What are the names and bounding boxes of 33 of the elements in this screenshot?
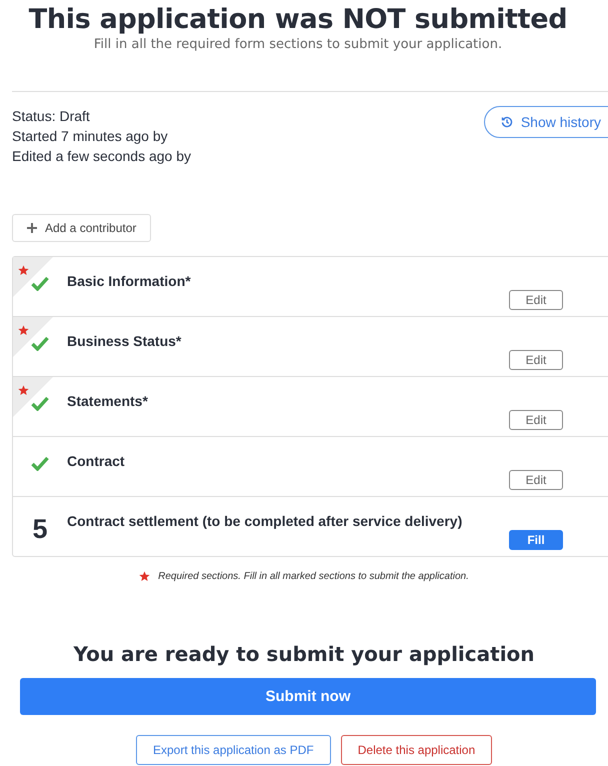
section-title: Contract settlement (to be completed after service delivery) xyxy=(67,513,462,529)
status-line: Edited a few seconds ago by xyxy=(12,148,192,164)
section-title: Contract xyxy=(67,453,125,469)
status-line: Started 7 minutes ago by xyxy=(12,128,169,144)
history-icon xyxy=(500,116,513,128)
delete-button[interactable]: Delete this application xyxy=(340,735,492,765)
required-note: Required sections. Fill in all marked sections to submit the application. xyxy=(158,571,469,582)
check-icon xyxy=(31,276,49,291)
section-number: 5 xyxy=(32,514,48,546)
edit-button[interactable]: Edit xyxy=(509,350,563,370)
star-icon xyxy=(139,571,150,582)
required-star-icon xyxy=(18,385,29,396)
edit-button[interactable]: Edit xyxy=(509,290,563,310)
submit-heading: You are ready to submit your application xyxy=(72,642,536,666)
edit-button[interactable]: Edit xyxy=(509,470,563,490)
check-icon xyxy=(31,456,49,471)
section-title: Business Status* xyxy=(67,333,182,349)
page-subtitle: Fill in all the required form sections to submit your application. xyxy=(92,37,504,52)
export-pdf-button[interactable]: Export this application as PDF xyxy=(136,735,331,765)
submit-button[interactable]: Submit now xyxy=(20,678,596,715)
check-icon xyxy=(31,336,49,351)
show-history-button[interactable]: Show history xyxy=(484,106,608,138)
fill-button[interactable]: Fill xyxy=(509,530,563,550)
page-title: This application was NOT submitted xyxy=(28,4,568,35)
section-title: Basic Information* xyxy=(67,273,191,289)
edit-button[interactable]: Edit xyxy=(509,410,563,430)
section-title: Statements* xyxy=(67,393,148,409)
add-contributor-button[interactable]: Add a contributor xyxy=(12,214,152,242)
plus-icon xyxy=(27,223,37,233)
required-star-icon xyxy=(18,265,29,276)
check-icon xyxy=(31,396,49,411)
required-star-icon xyxy=(18,325,29,336)
status-line: Status: Draft xyxy=(12,108,91,124)
